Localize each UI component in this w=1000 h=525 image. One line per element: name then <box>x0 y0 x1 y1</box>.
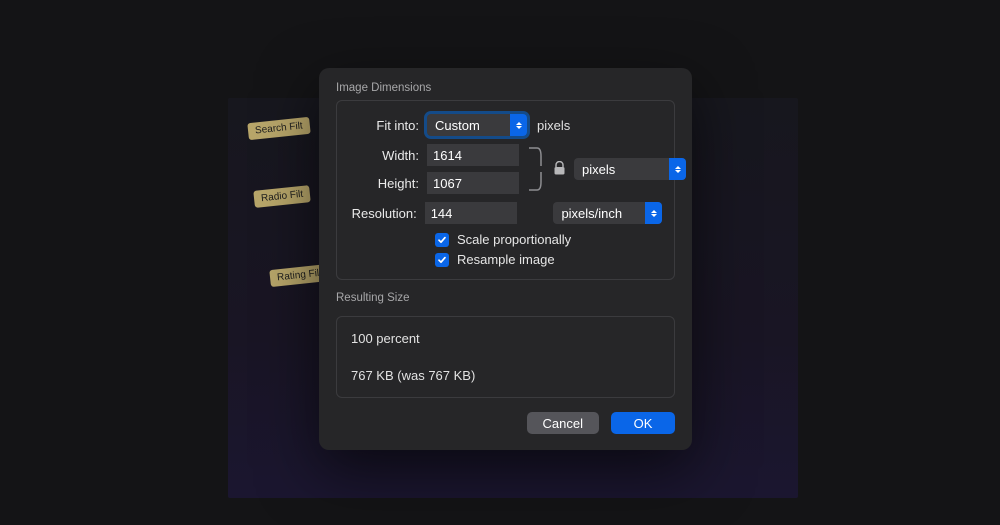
fit-into-select[interactable]: Custom <box>427 114 527 136</box>
fit-into-unit: pixels <box>537 118 570 133</box>
width-input[interactable] <box>427 144 519 166</box>
size-unit-value: pixels <box>582 162 615 177</box>
image-dimensions-fieldset: Fit into: Custom pixels Width: Height: <box>336 100 675 280</box>
bg-tag-search: Search Filt <box>247 117 310 140</box>
resolution-unit-select[interactable]: pixels/inch <box>553 202 662 224</box>
fit-into-label: Fit into: <box>349 118 427 133</box>
height-input[interactable] <box>427 172 519 194</box>
width-label: Width: <box>349 148 427 163</box>
resolution-unit-value: pixels/inch <box>561 206 622 221</box>
fit-into-value: Custom <box>435 118 480 133</box>
cancel-button[interactable]: Cancel <box>527 412 599 434</box>
result-percent: 100 percent <box>351 331 660 346</box>
scale-proportionally-label: Scale proportionally <box>457 232 571 247</box>
bg-tag-radio: Radio Filt <box>253 185 311 208</box>
image-dimensions-label: Image Dimensions <box>336 82 675 94</box>
scale-proportionally-checkbox[interactable] <box>435 233 449 247</box>
width-height-block: Width: Height: pixels <box>349 144 686 194</box>
size-unit-select[interactable]: pixels <box>574 158 686 180</box>
image-size-dialog: Image Dimensions Fit into: Custom pixels… <box>319 68 692 450</box>
lock-icon[interactable] <box>554 161 565 178</box>
resulting-size-label: Resulting Size <box>336 292 675 304</box>
height-label: Height: <box>349 176 427 191</box>
chevron-updown-icon <box>510 114 527 136</box>
chevron-updown-icon <box>645 202 662 224</box>
link-bracket-icon <box>527 144 545 194</box>
chevron-updown-icon <box>669 158 686 180</box>
resulting-size-box: 100 percent 767 KB (was 767 KB) <box>336 316 675 398</box>
resolution-label: Resolution: <box>349 206 425 221</box>
ok-button[interactable]: OK <box>611 412 675 434</box>
resample-image-label: Resample image <box>457 252 555 267</box>
result-filesize: 767 KB (was 767 KB) <box>351 368 660 383</box>
resolution-input[interactable] <box>425 202 517 224</box>
resample-image-checkbox[interactable] <box>435 253 449 267</box>
